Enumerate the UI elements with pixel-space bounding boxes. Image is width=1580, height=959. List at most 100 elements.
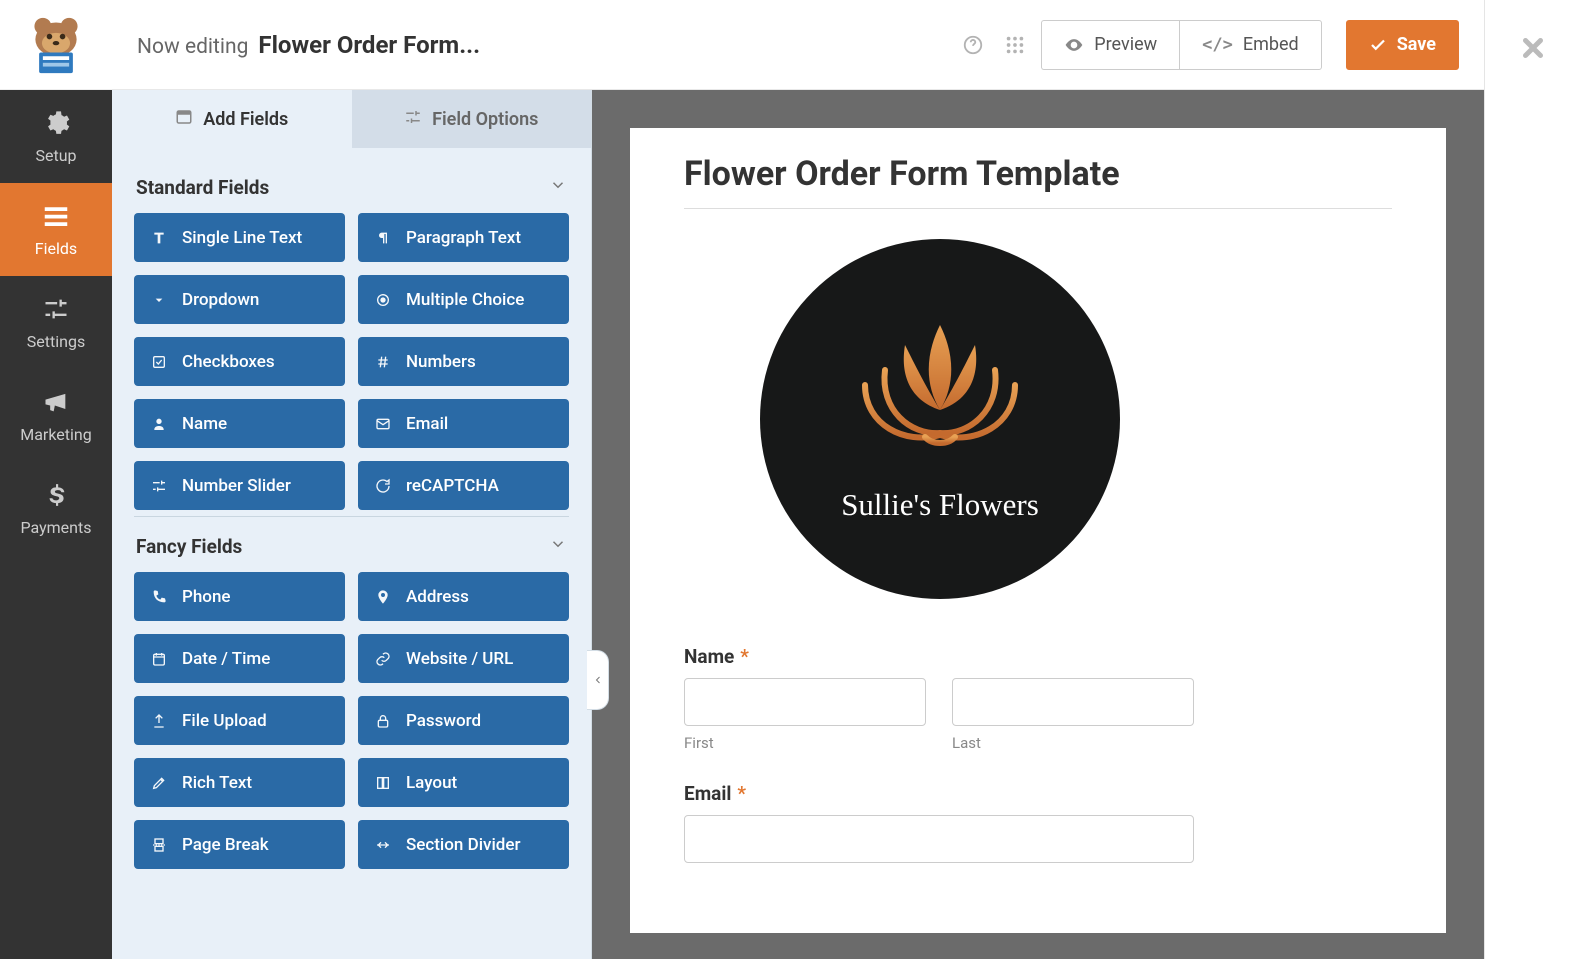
last-name-input[interactable]: [952, 678, 1194, 726]
upload-icon: [150, 713, 168, 729]
preview-button[interactable]: Preview: [1041, 20, 1179, 70]
nav-marketing[interactable]: Marketing: [0, 369, 112, 462]
email-label: Email: [684, 782, 731, 805]
wpforms-mascot-icon: [25, 14, 87, 76]
app-logo: [0, 0, 112, 90]
field-btn-label: Phone: [182, 587, 231, 607]
help-button[interactable]: [957, 29, 989, 61]
section-standard-fields[interactable]: Standard Fields: [134, 158, 569, 213]
field-btn-label: Dropdown: [182, 290, 259, 310]
nav-settings[interactable]: Settings: [0, 276, 112, 369]
field-btn-label: Section Divider: [406, 835, 521, 855]
field-btn-layout[interactable]: Layout: [358, 758, 569, 807]
field-btn-number-slider[interactable]: Number Slider: [134, 461, 345, 510]
field-btn-website-url[interactable]: Website / URL: [358, 634, 569, 683]
sliders-icon: [41, 294, 71, 324]
nav-label: Payments: [20, 518, 91, 537]
field-btn-numbers[interactable]: Numbers: [358, 337, 569, 386]
field-email[interactable]: Email *: [684, 782, 1392, 863]
field-btn-email[interactable]: Email: [358, 399, 569, 448]
field-btn-label: reCAPTCHA: [406, 476, 499, 496]
form-canvas[interactable]: Flower Order Form Template: [630, 128, 1446, 933]
nav-label: Setup: [35, 146, 76, 165]
left-nav: Setup Fields Settings Marketing Payments: [0, 0, 112, 959]
divider-icon: [374, 837, 392, 853]
code-icon: </>: [1202, 35, 1233, 55]
field-btn-password[interactable]: Password: [358, 696, 569, 745]
name-label: Name: [684, 645, 734, 668]
field-btn-phone[interactable]: Phone: [134, 572, 345, 621]
first-name-input[interactable]: [684, 678, 926, 726]
save-button[interactable]: Save: [1346, 20, 1459, 70]
field-btn-label: Password: [406, 711, 481, 731]
title-divider: [684, 208, 1392, 209]
paragraph-icon: [374, 230, 392, 246]
field-btn-label: Email: [406, 414, 448, 434]
pagebreak-icon: [150, 837, 168, 853]
field-btn-recaptcha[interactable]: reCAPTCHA: [358, 461, 569, 510]
user-icon: [150, 416, 168, 432]
gear-icon: [41, 108, 71, 138]
field-btn-label: File Upload: [182, 711, 267, 731]
pin-icon: [374, 589, 392, 605]
sliders-icon: [404, 108, 422, 131]
email-input[interactable]: [684, 815, 1194, 863]
field-btn-name[interactable]: Name: [134, 399, 345, 448]
field-btn-label: Numbers: [406, 352, 476, 372]
field-btn-label: Multiple Choice: [406, 290, 524, 310]
field-btn-label: Layout: [406, 773, 457, 793]
form-canvas-wrap: Flower Order Form Template: [592, 90, 1484, 959]
lotus-icon: [830, 315, 1050, 465]
section-fancy-fields[interactable]: Fancy Fields: [134, 517, 569, 572]
field-btn-page-break[interactable]: Page Break: [134, 820, 345, 869]
embed-button[interactable]: </> Embed: [1179, 20, 1322, 70]
close-button[interactable]: [1518, 33, 1548, 67]
field-btn-label: Paragraph Text: [406, 228, 521, 248]
collapse-panel-button[interactable]: [587, 650, 609, 710]
chevron-down-icon: [549, 535, 567, 558]
field-btn-address[interactable]: Address: [358, 572, 569, 621]
fields-panel: Add Fields Field Options Standard Fields: [112, 90, 592, 959]
tab-add-fields[interactable]: Add Fields: [112, 90, 352, 148]
brand-logo: Sullie's Flowers: [760, 239, 1120, 599]
field-btn-section-divider[interactable]: Section Divider: [358, 820, 569, 869]
field-btn-label: Single Line Text: [182, 228, 302, 248]
radio-icon: [374, 292, 392, 308]
field-btn-multiple-choice[interactable]: Multiple Choice: [358, 275, 569, 324]
field-btn-label: Rich Text: [182, 773, 252, 793]
field-btn-label: Address: [406, 587, 469, 607]
field-btn-dropdown[interactable]: Dropdown: [134, 275, 345, 324]
field-btn-rich-text[interactable]: Rich Text: [134, 758, 345, 807]
calendar-icon: [150, 651, 168, 667]
field-btn-file-upload[interactable]: File Upload: [134, 696, 345, 745]
layout-icon: [374, 775, 392, 791]
dollar-icon: [41, 480, 71, 510]
nav-label: Fields: [35, 239, 77, 258]
field-btn-checkboxes[interactable]: Checkboxes: [134, 337, 345, 386]
hash-icon: [374, 354, 392, 370]
last-name-sublabel: Last: [952, 734, 1194, 752]
nav-fields[interactable]: Fields: [0, 183, 112, 276]
field-btn-label: Number Slider: [182, 476, 291, 496]
first-name-sublabel: First: [684, 734, 926, 752]
nav-payments[interactable]: Payments: [0, 462, 112, 555]
now-editing-label: Now editing: [137, 35, 248, 59]
tab-field-options[interactable]: Field Options: [352, 90, 592, 148]
apps-grid-button[interactable]: [999, 29, 1031, 61]
field-btn-label: Page Break: [182, 835, 269, 855]
field-btn-label: Date / Time: [182, 649, 270, 669]
nav-label: Settings: [27, 332, 85, 351]
eye-icon: [1064, 35, 1084, 55]
form-name[interactable]: Flower Order Form...: [258, 31, 480, 59]
check-icon: [1369, 36, 1387, 54]
field-btn-date-time[interactable]: Date / Time: [134, 634, 345, 683]
sliders-icon: [150, 478, 168, 494]
field-btn-single-line-text[interactable]: Single Line Text: [134, 213, 345, 262]
field-btn-label: Name: [182, 414, 227, 434]
field-name[interactable]: Name * First Last: [684, 645, 1392, 752]
window-icon: [175, 108, 193, 131]
field-btn-paragraph-text[interactable]: Paragraph Text: [358, 213, 569, 262]
form-title: Flower Order Form Template: [684, 154, 1392, 194]
nav-setup[interactable]: Setup: [0, 90, 112, 183]
required-indicator: *: [740, 645, 749, 668]
